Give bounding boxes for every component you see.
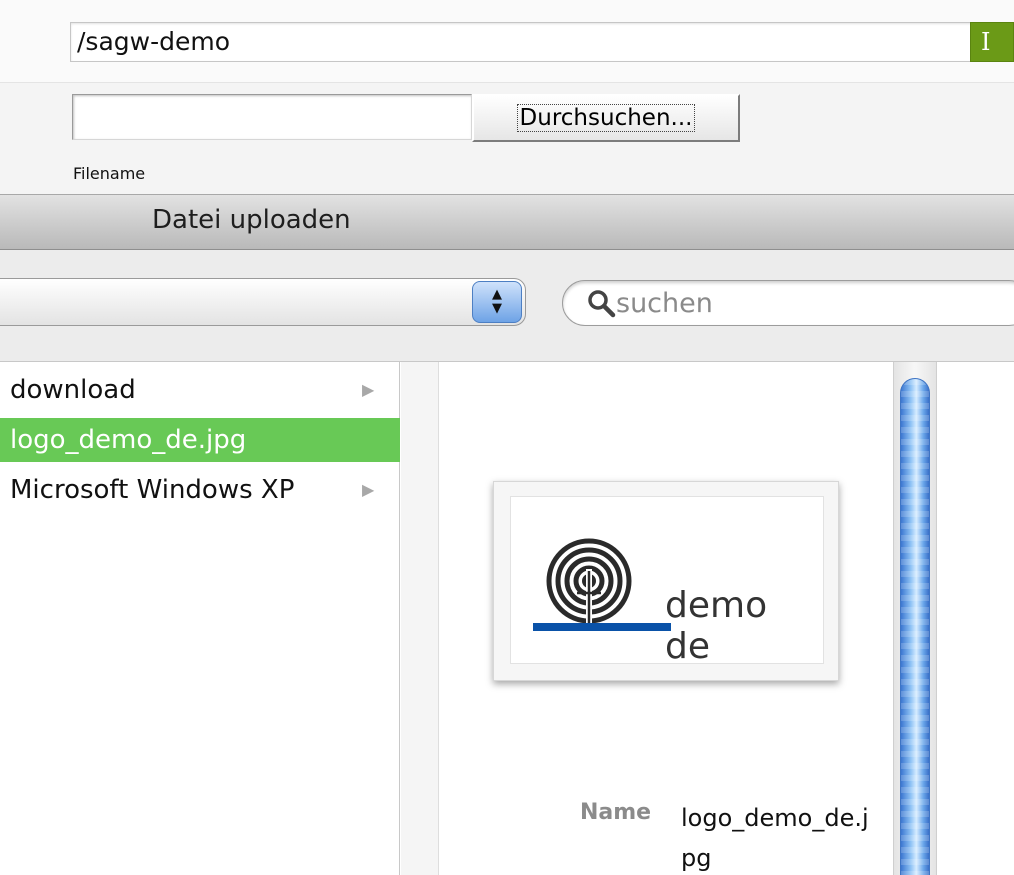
up-down-arrows-icon[interactable]: ▲ ▼ bbox=[472, 281, 522, 323]
upload-button[interactable]: Datei uploaden bbox=[0, 194, 1014, 250]
thumbnail-text: demo de bbox=[665, 585, 768, 667]
list-item-logo-demo-de[interactable]: logo_demo_de.jpg bbox=[0, 418, 400, 462]
list-item-windows-xp[interactable]: Microsoft Windows XP ▶ bbox=[0, 468, 400, 512]
browse-button-label: Durchsuchen... bbox=[516, 104, 696, 132]
file-path-input[interactable] bbox=[72, 94, 472, 140]
upload-button-label: Datei uploaden bbox=[152, 205, 351, 235]
right-pane bbox=[938, 362, 1014, 875]
location-popup[interactable] bbox=[0, 278, 526, 326]
list-item-label: download bbox=[10, 375, 136, 405]
meta-name-value: logo_demo_de.jpg bbox=[681, 804, 869, 872]
preview-thumbnail: demo de bbox=[493, 481, 839, 681]
meta-name-key: Name bbox=[580, 800, 652, 825]
magnifier-icon bbox=[588, 290, 616, 318]
scrollbar-thumb[interactable] bbox=[900, 378, 930, 875]
list-item-download[interactable]: download ▶ bbox=[0, 368, 400, 412]
search-input[interactable] bbox=[616, 282, 1006, 324]
path-field[interactable]: /sagw-demo bbox=[70, 22, 1000, 62]
labyrinth-icon bbox=[533, 538, 671, 631]
filename-label: Filename bbox=[73, 164, 146, 183]
triangle-right-icon: ▶ bbox=[362, 480, 375, 499]
triangle-right-icon: ▶ bbox=[362, 380, 375, 399]
list-item-label: logo_demo_de.jpg bbox=[10, 425, 247, 455]
list-item-label: Microsoft Windows XP bbox=[10, 475, 295, 505]
browse-button[interactable]: Durchsuchen... bbox=[472, 94, 740, 142]
empty-column bbox=[401, 362, 439, 875]
thumbnail-image: demo de bbox=[510, 496, 824, 667]
file-column: download ▶ logo_demo_de.jpg Microsoft Wi… bbox=[0, 362, 400, 875]
path-go-button[interactable]: I bbox=[970, 22, 1014, 62]
